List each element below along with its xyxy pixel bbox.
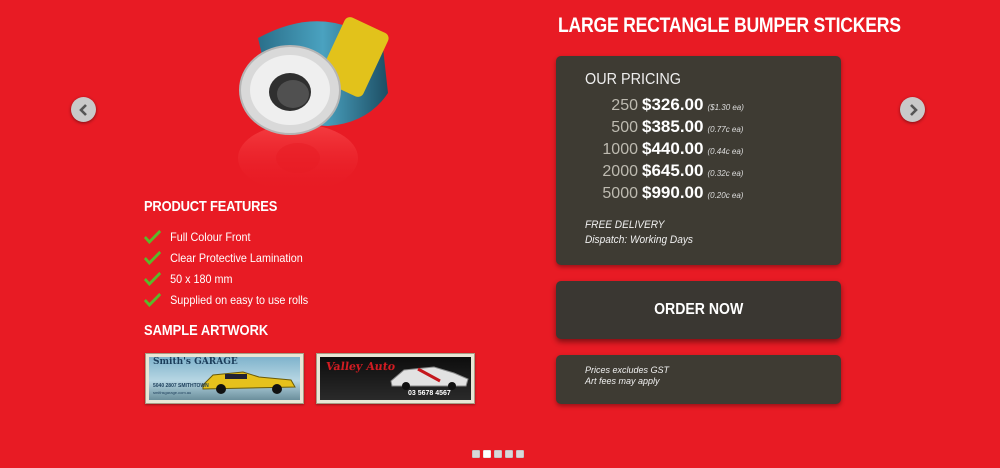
sample-artwork-heading: SAMPLE ARTWORK [144, 322, 269, 339]
price-qty: 250 [611, 97, 638, 114]
price-each: ($1.30 ea) [707, 103, 744, 112]
sample-phone: 5040 2807 SMITHTOWN [153, 383, 209, 389]
carousel-dot-active[interactable] [483, 450, 491, 458]
chevron-left-icon [78, 103, 87, 116]
feature-item: Supplied on easy to use rolls [144, 289, 308, 310]
carousel-dot[interactable] [494, 450, 502, 458]
dispatch-text: Dispatch: Working Days [585, 234, 693, 246]
chevron-right-icon [909, 103, 918, 116]
price-qty: 1000 [602, 141, 638, 158]
price-qty: 5000 [602, 185, 638, 202]
notes-panel: Prices excludes GST Art fees may apply [556, 355, 841, 404]
checkmark-icon [144, 292, 162, 307]
carousel-dot[interactable] [472, 450, 480, 458]
carousel-dot[interactable] [505, 450, 513, 458]
feature-label: 50 x 180 mm [170, 271, 233, 286]
carousel-prev-button[interactable] [71, 97, 96, 122]
pricing-panel: OUR PRICING 250 $326.00 ($1.30 ea) 500 $… [556, 56, 841, 265]
feature-item: 50 x 180 mm [144, 268, 308, 289]
checkmark-icon [144, 250, 162, 265]
price-table: 250 $326.00 ($1.30 ea) 500 $385.00 (0.77… [556, 95, 841, 205]
product-image [218, 8, 408, 198]
price-amount: $990.00 [642, 183, 704, 202]
price-amount: $326.00 [642, 95, 704, 114]
car-image [390, 366, 469, 390]
order-now-button[interactable]: ORDER NOW [556, 281, 841, 339]
car-image [202, 371, 296, 394]
price-amount: $645.00 [642, 161, 704, 180]
sample-url: smithsgarage.com.au [153, 390, 192, 395]
price-row: 5000 $990.00 (0.20c ea) [556, 183, 841, 205]
carousel-pager [472, 450, 524, 458]
feature-item: Full Colour Front [144, 226, 308, 247]
feature-item: Clear Protective Lamination [144, 247, 308, 268]
price-each: (0.20c ea) [707, 191, 744, 200]
price-amount: $385.00 [642, 117, 704, 136]
product-features-heading: PRODUCT FEATURES [144, 198, 278, 215]
notes-text: Prices excludes GST Art fees may apply [585, 365, 669, 387]
price-amount: $440.00 [642, 139, 704, 158]
sample-brand-name: Valley Auto [325, 360, 397, 373]
price-qty: 2000 [602, 163, 638, 180]
price-row: 500 $385.00 (0.77c ea) [556, 117, 841, 139]
delivery-info: FREE DELIVERY Dispatch: Working Days [585, 218, 693, 248]
carousel-dot[interactable] [516, 450, 524, 458]
price-each: (0.44c ea) [707, 147, 744, 156]
feature-label: Full Colour Front [170, 229, 251, 244]
price-row: 250 $326.00 ($1.30 ea) [556, 95, 841, 117]
checkmark-icon [144, 229, 162, 244]
price-each: (0.32c ea) [707, 169, 744, 178]
carousel-slide: PRODUCT FEATURES Full Colour Front Clear… [0, 0, 1000, 468]
price-qty: 500 [611, 119, 638, 136]
checkmark-icon [144, 271, 162, 286]
free-delivery-text: FREE DELIVERY [585, 219, 665, 231]
price-each: (0.77c ea) [707, 125, 744, 134]
features-list: Full Colour Front Clear Protective Lamin… [144, 226, 326, 310]
art-fee-note: Art fees may apply [585, 376, 660, 386]
feature-label: Supplied on easy to use rolls [170, 292, 309, 307]
sample-artwork-thumb-smiths[interactable]: Smith's GARAGE 5040 2807 SMITHTOWN smith… [145, 353, 304, 404]
pricing-heading: OUR PRICING [585, 71, 682, 88]
carousel-next-button[interactable] [900, 97, 925, 122]
page-title: LARGE RECTANGLE BUMPER STICKERS [558, 14, 901, 37]
sample-phone: 03 5678 4567 [408, 390, 451, 397]
feature-label: Clear Protective Lamination [170, 250, 303, 265]
price-row: 2000 $645.00 (0.32c ea) [556, 161, 841, 183]
gst-note: Prices excludes GST [585, 365, 670, 375]
sample-artwork-thumb-valley[interactable]: Valley Auto 03 5678 4567 [316, 353, 475, 404]
order-now-label: ORDER NOW [653, 301, 744, 318]
price-row: 1000 $440.00 (0.44c ea) [556, 139, 841, 161]
